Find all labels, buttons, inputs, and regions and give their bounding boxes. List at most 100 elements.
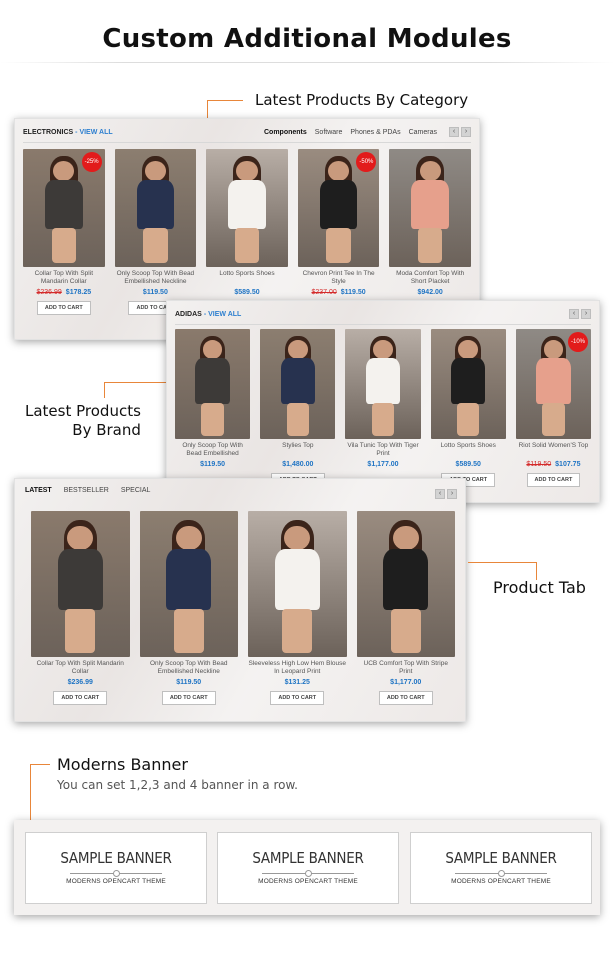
model-legs [417, 228, 443, 264]
product-image[interactable] [114, 149, 197, 267]
product-card[interactable]: Collar Top With Split Mandarin Collar $23… [31, 511, 130, 705]
product-image[interactable] [139, 511, 238, 657]
add-to-cart-button[interactable]: ADD TO CART [270, 691, 325, 705]
model-legs [282, 608, 313, 653]
product-image[interactable] [206, 149, 288, 267]
product-image[interactable] [356, 511, 455, 657]
product-image[interactable] [260, 329, 336, 439]
sample-banner[interactable]: SAMPLE BANNER MODERNS OPENCART THEME [217, 832, 399, 904]
callout-moderns-banner-desc: You can set 1,2,3 and 4 banner in a row. [57, 778, 298, 792]
tab-components[interactable]: Components [264, 129, 307, 136]
chevron-left-icon[interactable]: ‹ [569, 309, 579, 319]
callout-line [104, 382, 168, 383]
add-to-cart-button[interactable]: ADD TO CART [378, 691, 433, 705]
product-image[interactable]: -25% [23, 149, 105, 267]
product-name[interactable]: Only Scoop Top With Bead Embellished Nec… [115, 270, 197, 286]
model-legs [326, 228, 351, 264]
sample-banner[interactable]: SAMPLE BANNER MODERNS OPENCART THEME [25, 832, 207, 904]
product-name[interactable]: UCB Comfort Top With Stripe Print [357, 660, 456, 676]
model-head [543, 340, 564, 359]
model-outfit [319, 179, 358, 230]
model-legs [51, 228, 77, 264]
product-name[interactable]: Moda Comfort Top With Short Placket [389, 270, 471, 286]
product-card[interactable]: Vila Tunic Top With Tiger Print $1,177.00 [345, 329, 421, 487]
product-name[interactable]: Sleeveless High Low Hem Blouse In Leopar… [248, 660, 347, 676]
product-card[interactable]: Only Scoop Top With Bead Embellished Nec… [114, 149, 197, 315]
old-price: $119.50 [526, 461, 552, 468]
tab-latest[interactable]: LATEST [25, 487, 52, 494]
product-card[interactable]: UCB Comfort Top With Stripe Print $1,177.… [356, 511, 456, 705]
module-title-text: ELECTRONICS [23, 129, 74, 136]
product-name[interactable]: Vila Tunic Top With Tiger Print [345, 442, 420, 458]
chevron-right-icon[interactable]: › [447, 489, 457, 499]
current-price: $1,480.00 [282, 461, 314, 468]
model-outfit [274, 548, 320, 611]
view-all-link[interactable]: - VIEW ALL [75, 129, 112, 136]
product-card[interactable]: Sleeveless High Low Hem Blouse In Leopar… [248, 511, 347, 705]
product-name[interactable]: Chevron Print Tee In The Style [298, 270, 380, 286]
add-to-cart-button[interactable]: ADD TO CART [36, 301, 91, 315]
banner-subtitle: MODERNS OPENCART THEME [66, 878, 166, 885]
chevron-right-icon[interactable]: › [461, 127, 471, 137]
product-card[interactable]: -50% Chevron Print Tee In The Style $237.0… [297, 149, 380, 315]
product-card[interactable]: Lotto Sports Shoes $589.50 [206, 149, 288, 315]
tab-cameras[interactable]: Cameras [409, 129, 437, 136]
product-card[interactable]: Moda Comfort Top With Short Placket $942.… [389, 149, 471, 315]
title-divider [0, 62, 614, 63]
product-image[interactable] [430, 329, 506, 439]
product-name[interactable]: Stylies Top [260, 442, 335, 458]
carousel-arrows: ‹ › [449, 127, 471, 137]
callout-line [207, 100, 243, 101]
model-head [458, 340, 478, 359]
add-to-cart-button[interactable]: ADD TO CART [161, 691, 216, 705]
current-price: $119.50 [200, 461, 226, 468]
current-price: $131.25 [284, 679, 310, 686]
product-image[interactable] [175, 329, 251, 439]
product-name[interactable]: Only Scoop Top With Bead Embellished Nec… [140, 660, 239, 676]
product-card[interactable]: Lotto Sports Shoes $589.50 ADD TO CART [430, 329, 506, 487]
product-price: $119.50 [140, 679, 239, 686]
discount-badge: -10% [568, 332, 589, 352]
model-outfit [136, 179, 175, 230]
add-to-cart-button[interactable]: ADD TO CART [53, 691, 108, 705]
callout-latest-category: Latest Products By Category [255, 91, 469, 109]
product-name[interactable]: Collar Top With Split Mandarin Collar [23, 270, 105, 286]
module-title: ADIDAS - VIEW ALL [175, 311, 241, 318]
tab-bestseller[interactable]: BESTSELLER [64, 487, 109, 494]
product-name[interactable]: Collar Top With Split Mandarin Collar [31, 660, 130, 676]
chevron-right-icon[interactable]: › [581, 309, 591, 319]
view-all-link[interactable]: - VIEW ALL [204, 311, 241, 318]
current-price: $942.00 [417, 289, 443, 296]
product-image[interactable]: -10% [515, 329, 592, 439]
product-card[interactable]: Stylies Top$1,480.00ADD TO CART [260, 329, 336, 487]
product-card[interactable]: -25% Collar Top With Split Mandarin Colla… [23, 149, 105, 315]
banner-subtitle: MODERNS OPENCART THEME [258, 878, 358, 885]
chevron-left-icon[interactable]: ‹ [435, 489, 445, 499]
product-card[interactable]: -10% Riot Solid Women'S Top $119.50 $107.75… [515, 329, 592, 487]
model-outfit [45, 179, 83, 230]
model-head [392, 525, 419, 551]
product-card[interactable]: Only Scoop Top With Bead Embellished Nec… [139, 511, 239, 705]
product-name[interactable]: Only Scoop Top With Bead Embellished Nec… [175, 442, 250, 458]
product-image[interactable] [248, 511, 347, 657]
sample-banner[interactable]: SAMPLE BANNER MODERNS OPENCART THEME [410, 832, 592, 904]
product-price: $236.99 [31, 679, 130, 686]
product-name[interactable]: Riot Solid Women'S Top [516, 442, 591, 458]
product-name[interactable]: Lotto Sports Shoes [206, 270, 288, 286]
product-image[interactable]: -50% [297, 149, 380, 267]
model-outfit [280, 357, 316, 404]
add-to-cart-button[interactable]: ADD TO CART [526, 473, 581, 487]
tab-phones-pdas[interactable]: Phones & PDAs [350, 129, 400, 136]
product-list: -25% Collar Top With Split Mandarin Colla… [23, 149, 471, 315]
tab-software[interactable]: Software [315, 129, 343, 136]
product-name[interactable]: Lotto Sports Shoes [431, 442, 506, 458]
tab-special[interactable]: SPECIAL [121, 487, 151, 494]
current-price: $119.50 [142, 289, 168, 296]
product-image[interactable] [345, 329, 421, 439]
chevron-left-icon[interactable]: ‹ [449, 127, 459, 137]
product-card[interactable]: Only Scoop Top With Bead Embellished Nec… [175, 329, 251, 487]
product-price: $1,480.00 [260, 461, 335, 468]
product-image[interactable] [31, 511, 130, 657]
product-image[interactable] [389, 149, 471, 267]
model-legs [65, 608, 96, 653]
